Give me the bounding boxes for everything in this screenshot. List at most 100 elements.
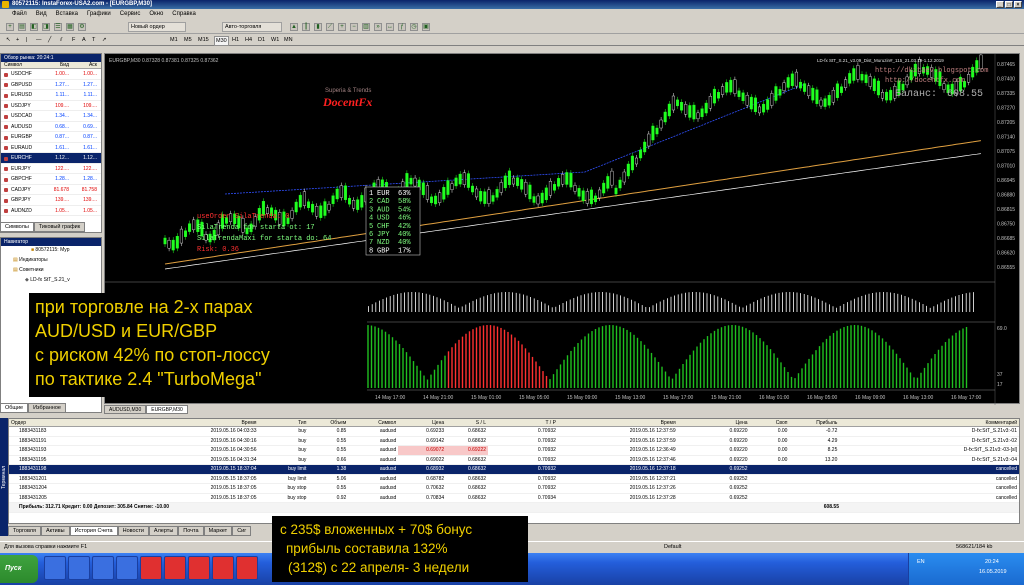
language-indicator[interactable]: EN bbox=[917, 559, 925, 565]
market-watch-row[interactable]: CADJPY 81.678 81.758 bbox=[1, 185, 101, 195]
taskbar-app-icon[interactable] bbox=[68, 556, 90, 580]
text-icon[interactable]: A bbox=[82, 36, 86, 45]
column-header[interactable]: Цена bbox=[398, 419, 446, 426]
taskbar-app-icon[interactable] bbox=[44, 556, 66, 580]
new-order-button[interactable]: Новый ордер bbox=[128, 22, 186, 32]
column-header[interactable]: S / L bbox=[446, 419, 488, 426]
market-watch-row[interactable]: GBPUSD 1.27... 1.27... bbox=[1, 80, 101, 90]
column-header[interactable]: Прибыль bbox=[789, 419, 839, 426]
terminal-tab[interactable]: Сиг bbox=[232, 526, 252, 536]
column-header[interactable]: Цена bbox=[678, 419, 750, 426]
horizontal-line-icon[interactable]: — bbox=[36, 36, 42, 45]
tf-h4[interactable]: H4 bbox=[245, 36, 252, 45]
close-button[interactable]: × bbox=[1014, 1, 1022, 8]
tester-icon[interactable]: ⚙ bbox=[78, 23, 86, 31]
terminal-tab[interactable]: Алерты bbox=[148, 526, 179, 536]
buy-icon[interactable]: ▲ bbox=[290, 23, 298, 31]
menu-file[interactable]: Файл bbox=[12, 11, 27, 17]
market-watch-row[interactable]: EURCHF 1.12... 1.12... bbox=[1, 153, 101, 164]
profiles-icon[interactable]: ▤ bbox=[18, 23, 26, 31]
market-watch-row[interactable]: EURJPY 122.... 122.... bbox=[1, 164, 101, 174]
candle-chart-icon[interactable]: ▮ bbox=[314, 23, 322, 31]
tf-m15[interactable]: M15 bbox=[198, 36, 209, 45]
tab-tick-chart[interactable]: Тиковый график bbox=[33, 222, 86, 232]
data-window-icon[interactable]: ◨ bbox=[42, 23, 50, 31]
market-watch-row[interactable]: USDJPY 109.... 109.... bbox=[1, 101, 101, 111]
chart-shift-icon[interactable]: ↔ bbox=[386, 23, 394, 31]
column-header[interactable]: Объем bbox=[308, 419, 348, 426]
market-watch-row[interactable]: EURUSD 1.11... 1.11... bbox=[1, 90, 101, 101]
trendline-icon[interactable]: ╱ bbox=[48, 36, 51, 45]
column-header[interactable]: Тип bbox=[259, 419, 309, 426]
terminal-app-icon[interactable] bbox=[188, 556, 210, 580]
channel-icon[interactable]: ⫽ bbox=[60, 36, 62, 45]
autotrading-button[interactable]: Авто-торговля bbox=[222, 22, 282, 32]
autoscroll-icon[interactable]: » bbox=[374, 23, 382, 31]
zoom-out-icon[interactable]: − bbox=[350, 23, 358, 31]
column-header[interactable]: Своп bbox=[750, 419, 790, 426]
menu-window[interactable]: Окно bbox=[149, 11, 163, 17]
terminal-app-icon[interactable] bbox=[236, 556, 258, 580]
terminal-tab[interactable]: Маркет bbox=[203, 526, 233, 536]
taskbar-app-icon[interactable] bbox=[92, 556, 114, 580]
terminal-tab[interactable]: История Счета bbox=[69, 526, 118, 536]
table-row[interactable]: 1883431191 2019.05.16 04:30:16 buy 0.55 audu… bbox=[9, 437, 1019, 446]
tf-h1[interactable]: H1 bbox=[232, 36, 239, 45]
table-row[interactable]: 1883431183 2019.05.16 04:03:33 buy 0.85 audu… bbox=[9, 427, 1019, 437]
indicators-icon[interactable]: ƒ bbox=[398, 23, 406, 31]
market-watch-row[interactable]: AUDNZD 1.05... 1.05... bbox=[1, 206, 101, 216]
navigator-expert-item[interactable]: ◆ LD-fx StT_S.21_v bbox=[25, 276, 70, 285]
new-chart-icon[interactable]: + bbox=[6, 23, 14, 31]
terminal-app-icon[interactable] bbox=[212, 556, 234, 580]
market-watch-row[interactable]: USDCAD 1.34... 1.34... bbox=[1, 111, 101, 122]
table-row[interactable]: 1883431205 2019.05.15 18:37:05 buy stop 0.9… bbox=[9, 494, 1019, 503]
taskbar-app-icon[interactable] bbox=[116, 556, 138, 580]
menu-insert[interactable]: Вставка bbox=[56, 11, 78, 17]
menu-view[interactable]: Вид bbox=[36, 11, 47, 17]
crosshair-icon[interactable]: + bbox=[16, 36, 19, 45]
column-header[interactable]: Время bbox=[139, 419, 259, 426]
market-watch-row[interactable]: GBPJPY 139.... 139.... bbox=[1, 195, 101, 206]
chart-tab-eurgbp[interactable]: EURGBP,M30 bbox=[146, 405, 188, 414]
tf-w1[interactable]: W1 bbox=[271, 36, 279, 45]
arrows-icon[interactable]: ➚ bbox=[102, 36, 107, 45]
maximize-button[interactable]: □ bbox=[1005, 1, 1013, 8]
tf-m30[interactable]: M30 bbox=[214, 36, 229, 46]
menu-charts[interactable]: Графики bbox=[87, 11, 111, 17]
table-row[interactable]: 1883431204 2019.05.15 18:37:05 buy stop 0.5… bbox=[9, 484, 1019, 494]
terminal-app-icon[interactable] bbox=[164, 556, 186, 580]
chart-tab-audusd[interactable]: AUDUSD,M30 bbox=[104, 405, 147, 414]
fibo-icon[interactable]: F bbox=[72, 36, 75, 45]
label-icon[interactable]: T bbox=[92, 36, 95, 45]
terminal-app-icon[interactable] bbox=[140, 556, 162, 580]
column-header[interactable]: Время bbox=[558, 419, 678, 426]
tf-m5[interactable]: M5 bbox=[184, 36, 192, 45]
table-row[interactable]: 1883431193 2019.05.16 04:30:56 buy 0.55 audu… bbox=[9, 446, 1019, 456]
navigator-icon[interactable]: ☰ bbox=[54, 23, 62, 31]
tf-m1[interactable]: M1 bbox=[170, 36, 178, 45]
minimize-button[interactable]: _ bbox=[996, 1, 1004, 8]
cursor-icon[interactable]: ↖ bbox=[6, 36, 11, 45]
terminal-icon[interactable]: ▦ bbox=[66, 23, 74, 31]
tf-d1[interactable]: D1 bbox=[258, 36, 265, 45]
navigator-account[interactable]: ■ 80572115: Myp bbox=[31, 246, 70, 255]
periods-icon[interactable]: ◷ bbox=[410, 23, 418, 31]
table-row[interactable]: 1883431198 2019.05.15 18:37:04 buy limit 1.… bbox=[9, 465, 1019, 475]
navigator-experts[interactable]: ▤ Советники bbox=[13, 266, 44, 275]
market-watch-row[interactable]: GBPCHF 1.28... 1.28... bbox=[1, 174, 101, 185]
tf-mn[interactable]: MN bbox=[284, 36, 293, 45]
tile-windows-icon[interactable]: ▥ bbox=[362, 23, 370, 31]
terminal-tab[interactable]: Новости bbox=[117, 526, 149, 536]
market-watch-row[interactable]: EURGBP 0.87... 0.87... bbox=[1, 132, 101, 143]
tab-favorites[interactable]: Избранное bbox=[28, 403, 66, 413]
tab-symbols[interactable]: Символы bbox=[0, 222, 34, 232]
column-header[interactable]: T / P bbox=[488, 419, 558, 426]
table-row[interactable]: 1883431201 2019.05.15 18:37:05 buy limit 5.… bbox=[9, 475, 1019, 484]
menu-help[interactable]: Справка bbox=[172, 11, 196, 17]
market-watch-row[interactable]: EURAUD 1.61... 1.61... bbox=[1, 143, 101, 153]
tab-general[interactable]: Общие bbox=[0, 403, 29, 413]
templates-icon[interactable]: ▣ bbox=[422, 23, 430, 31]
terminal-tab[interactable]: Активы bbox=[40, 526, 70, 536]
line-chart-icon[interactable]: ⟋ bbox=[326, 23, 334, 31]
market-watch-row[interactable]: USDCHF 1.00... 1.00... bbox=[1, 69, 101, 80]
